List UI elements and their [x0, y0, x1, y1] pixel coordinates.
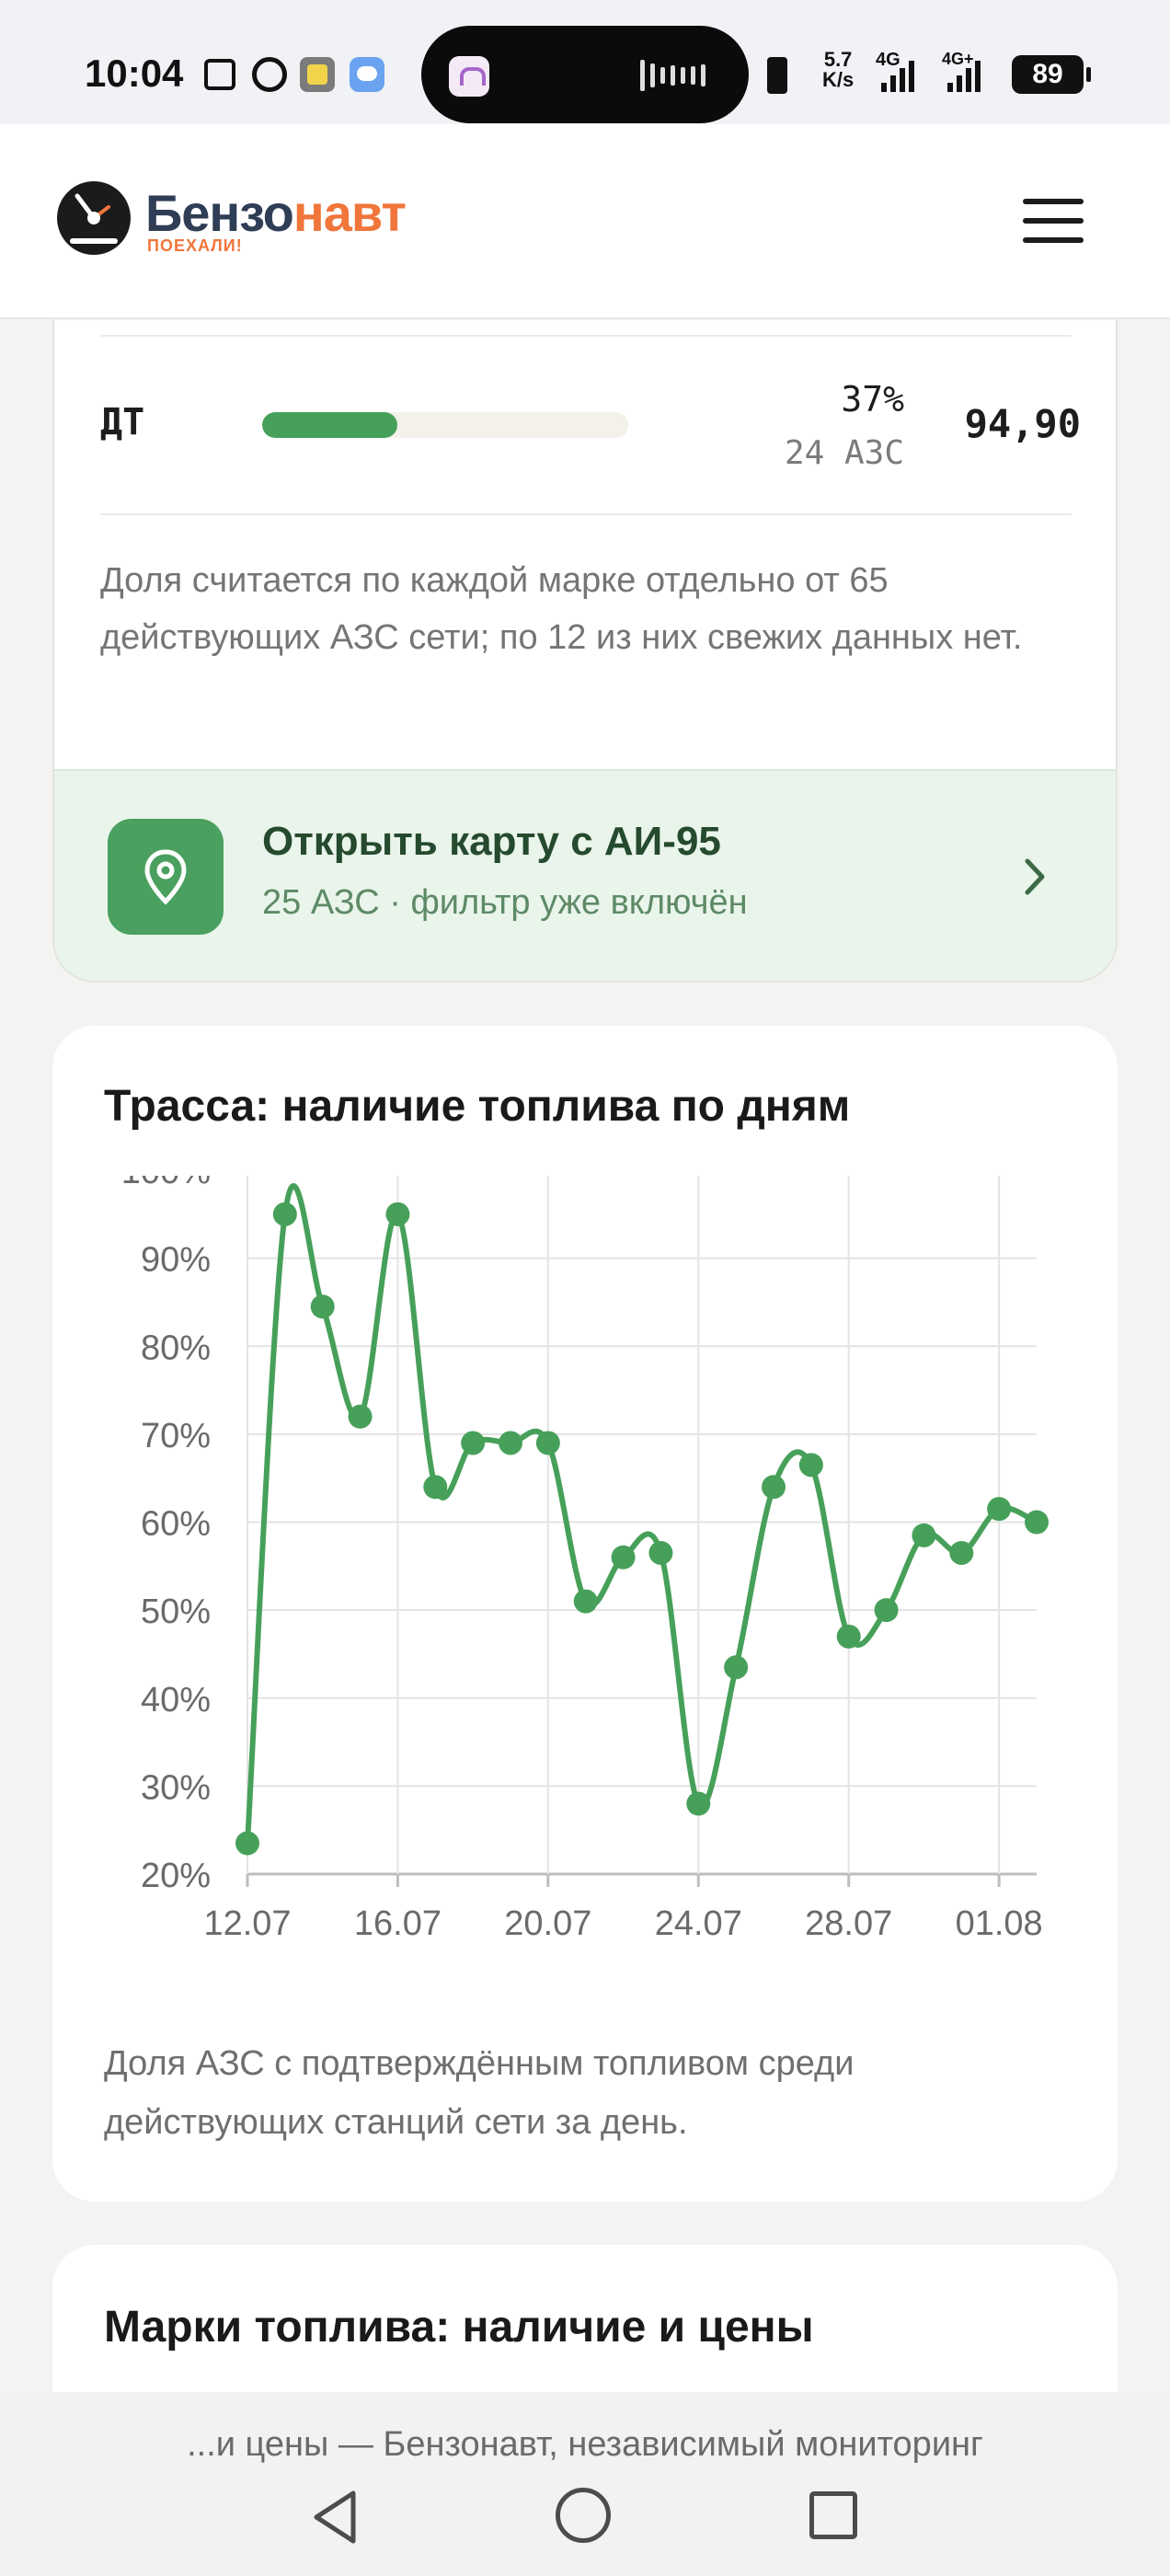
- availability-card: ДТ 37% 24 АЗС 94,90 Доля считается по ка…: [52, 320, 1118, 983]
- logo-part-2: навт: [292, 184, 407, 242]
- app-notification-icon: [300, 57, 335, 92]
- fuel-name: ДТ: [100, 401, 145, 443]
- dynamic-island[interactable]: [421, 26, 749, 123]
- x-tick-label: 28.07: [805, 1904, 892, 1943]
- availability-note: Доля считается по каждой марке отдельно …: [100, 561, 1023, 657]
- data-point: [1025, 1510, 1049, 1535]
- data-point: [874, 1598, 899, 1623]
- net-speed: 5.7 K/s: [822, 50, 854, 90]
- y-tick-label: 70%: [141, 1417, 211, 1455]
- hamburger-icon-line: [1023, 237, 1084, 243]
- y-tick-label: 80%: [141, 1328, 211, 1367]
- logo-tagline: ПОЕХАЛИ!: [147, 236, 243, 255]
- data-point: [949, 1540, 974, 1565]
- alarm-icon: [252, 57, 287, 92]
- data-point: [385, 1202, 410, 1226]
- data-point: [798, 1453, 823, 1478]
- y-tick-label: 100%: [121, 1176, 211, 1191]
- hamburger-icon-line: [1023, 199, 1084, 204]
- data-point: [686, 1791, 711, 1816]
- open-map-subtitle: 25 АЗС · фильтр уже включён: [262, 883, 748, 922]
- page-caption: ...и цены — Бензонавт, независимый монит…: [187, 2425, 983, 2464]
- data-point: [762, 1475, 786, 1500]
- series-line: [245, 1183, 1038, 1844]
- data-point: [423, 1475, 448, 1500]
- open-map-title: Открыть карту с АИ-95: [262, 819, 721, 864]
- data-point: [648, 1540, 673, 1565]
- y-tick-label: 20%: [141, 1857, 211, 1895]
- data-point: [272, 1202, 297, 1226]
- trend-card-title: Трасса: наличие топлива по дням: [104, 1082, 851, 1131]
- home-icon[interactable]: [556, 2488, 611, 2543]
- status-bar: 10:04 5.7 K/s 4G 4G+ 89: [0, 0, 1170, 124]
- data-point: [235, 1831, 259, 1856]
- chevron-right-icon: [1025, 858, 1045, 895]
- data-point: [611, 1545, 636, 1570]
- headphones-icon: [449, 56, 489, 97]
- x-tick-label: 12.07: [203, 1904, 291, 1943]
- y-tick-label: 30%: [141, 1768, 211, 1807]
- open-map-button[interactable]: Открыть карту с АИ-95 25 АЗС · фильтр уж…: [54, 769, 1116, 981]
- vibrate-icon: [767, 57, 787, 94]
- back-icon[interactable]: [309, 2488, 361, 2547]
- fuel-share-bar: [262, 412, 628, 438]
- net-speed-unit: K/s: [822, 68, 855, 91]
- nfc-icon: [204, 59, 235, 90]
- fuel-station-count: 24 АЗС: [784, 434, 904, 472]
- status-time: 10:04: [85, 52, 184, 95]
- x-tick-label: 20.07: [504, 1904, 591, 1943]
- availability-line-chart: 20% 30% 40% 50% 60% 70% 80% 90% 100% 12.07 16.07 20…: [121, 1176, 1049, 1943]
- fuel-price: 94,90: [964, 401, 1081, 446]
- data-point: [987, 1497, 1012, 1522]
- trend-card: Трасса: наличие топлива по дням 20% 30% 40…: [52, 1026, 1118, 2202]
- data-point: [499, 1431, 522, 1455]
- logo-part-1: Бензо: [145, 184, 294, 242]
- site-header: Бензонавт ПОЕХАЛИ!: [0, 124, 1170, 319]
- x-tick-label: 24.07: [655, 1904, 742, 1943]
- data-point: [724, 1655, 749, 1680]
- data-point: [310, 1294, 335, 1319]
- y-tick-label: 50%: [141, 1593, 211, 1631]
- menu-button[interactable]: [1023, 199, 1084, 243]
- y-tick-label: 60%: [141, 1505, 211, 1544]
- logo-icon[interactable]: [55, 179, 132, 257]
- trend-card-note: Доля АЗС с подтверждённым топливом среди…: [104, 2044, 855, 2142]
- divider: [100, 335, 1072, 337]
- fuel-share-percent: 37%: [841, 379, 904, 420]
- brands-card-title: Марки топлива: наличие и цены: [104, 2303, 814, 2352]
- audio-visualizer-icon: [640, 57, 705, 94]
- map-pin-icon: [108, 819, 224, 935]
- data-point: [912, 1523, 936, 1547]
- net-speed-value: 5.7: [823, 48, 853, 71]
- data-point: [461, 1431, 486, 1455]
- y-tick-label: 40%: [141, 1681, 211, 1719]
- data-point: [535, 1431, 560, 1455]
- data-point: [573, 1589, 598, 1614]
- battery-icon: 89: [1012, 55, 1091, 94]
- x-tick-label: 16.07: [354, 1904, 442, 1943]
- logo-wordmark[interactable]: Бензонавт: [145, 183, 407, 243]
- chat-notification-icon: [350, 57, 384, 92]
- fuel-share-bar-fill: [262, 412, 398, 438]
- x-tick-label: 01.08: [956, 1904, 1043, 1943]
- recent-apps-icon[interactable]: [809, 2491, 857, 2539]
- hamburger-icon-line: [1023, 218, 1084, 224]
- signal-strength-1-icon: [881, 55, 914, 92]
- bottom-bar: ...и цены — Бензонавт, независимый монит…: [0, 2392, 1170, 2576]
- y-tick-label: 90%: [141, 1241, 211, 1280]
- data-point: [348, 1404, 373, 1429]
- divider: [100, 513, 1072, 515]
- signal-strength-2-icon: [947, 55, 981, 92]
- data-point: [836, 1624, 861, 1649]
